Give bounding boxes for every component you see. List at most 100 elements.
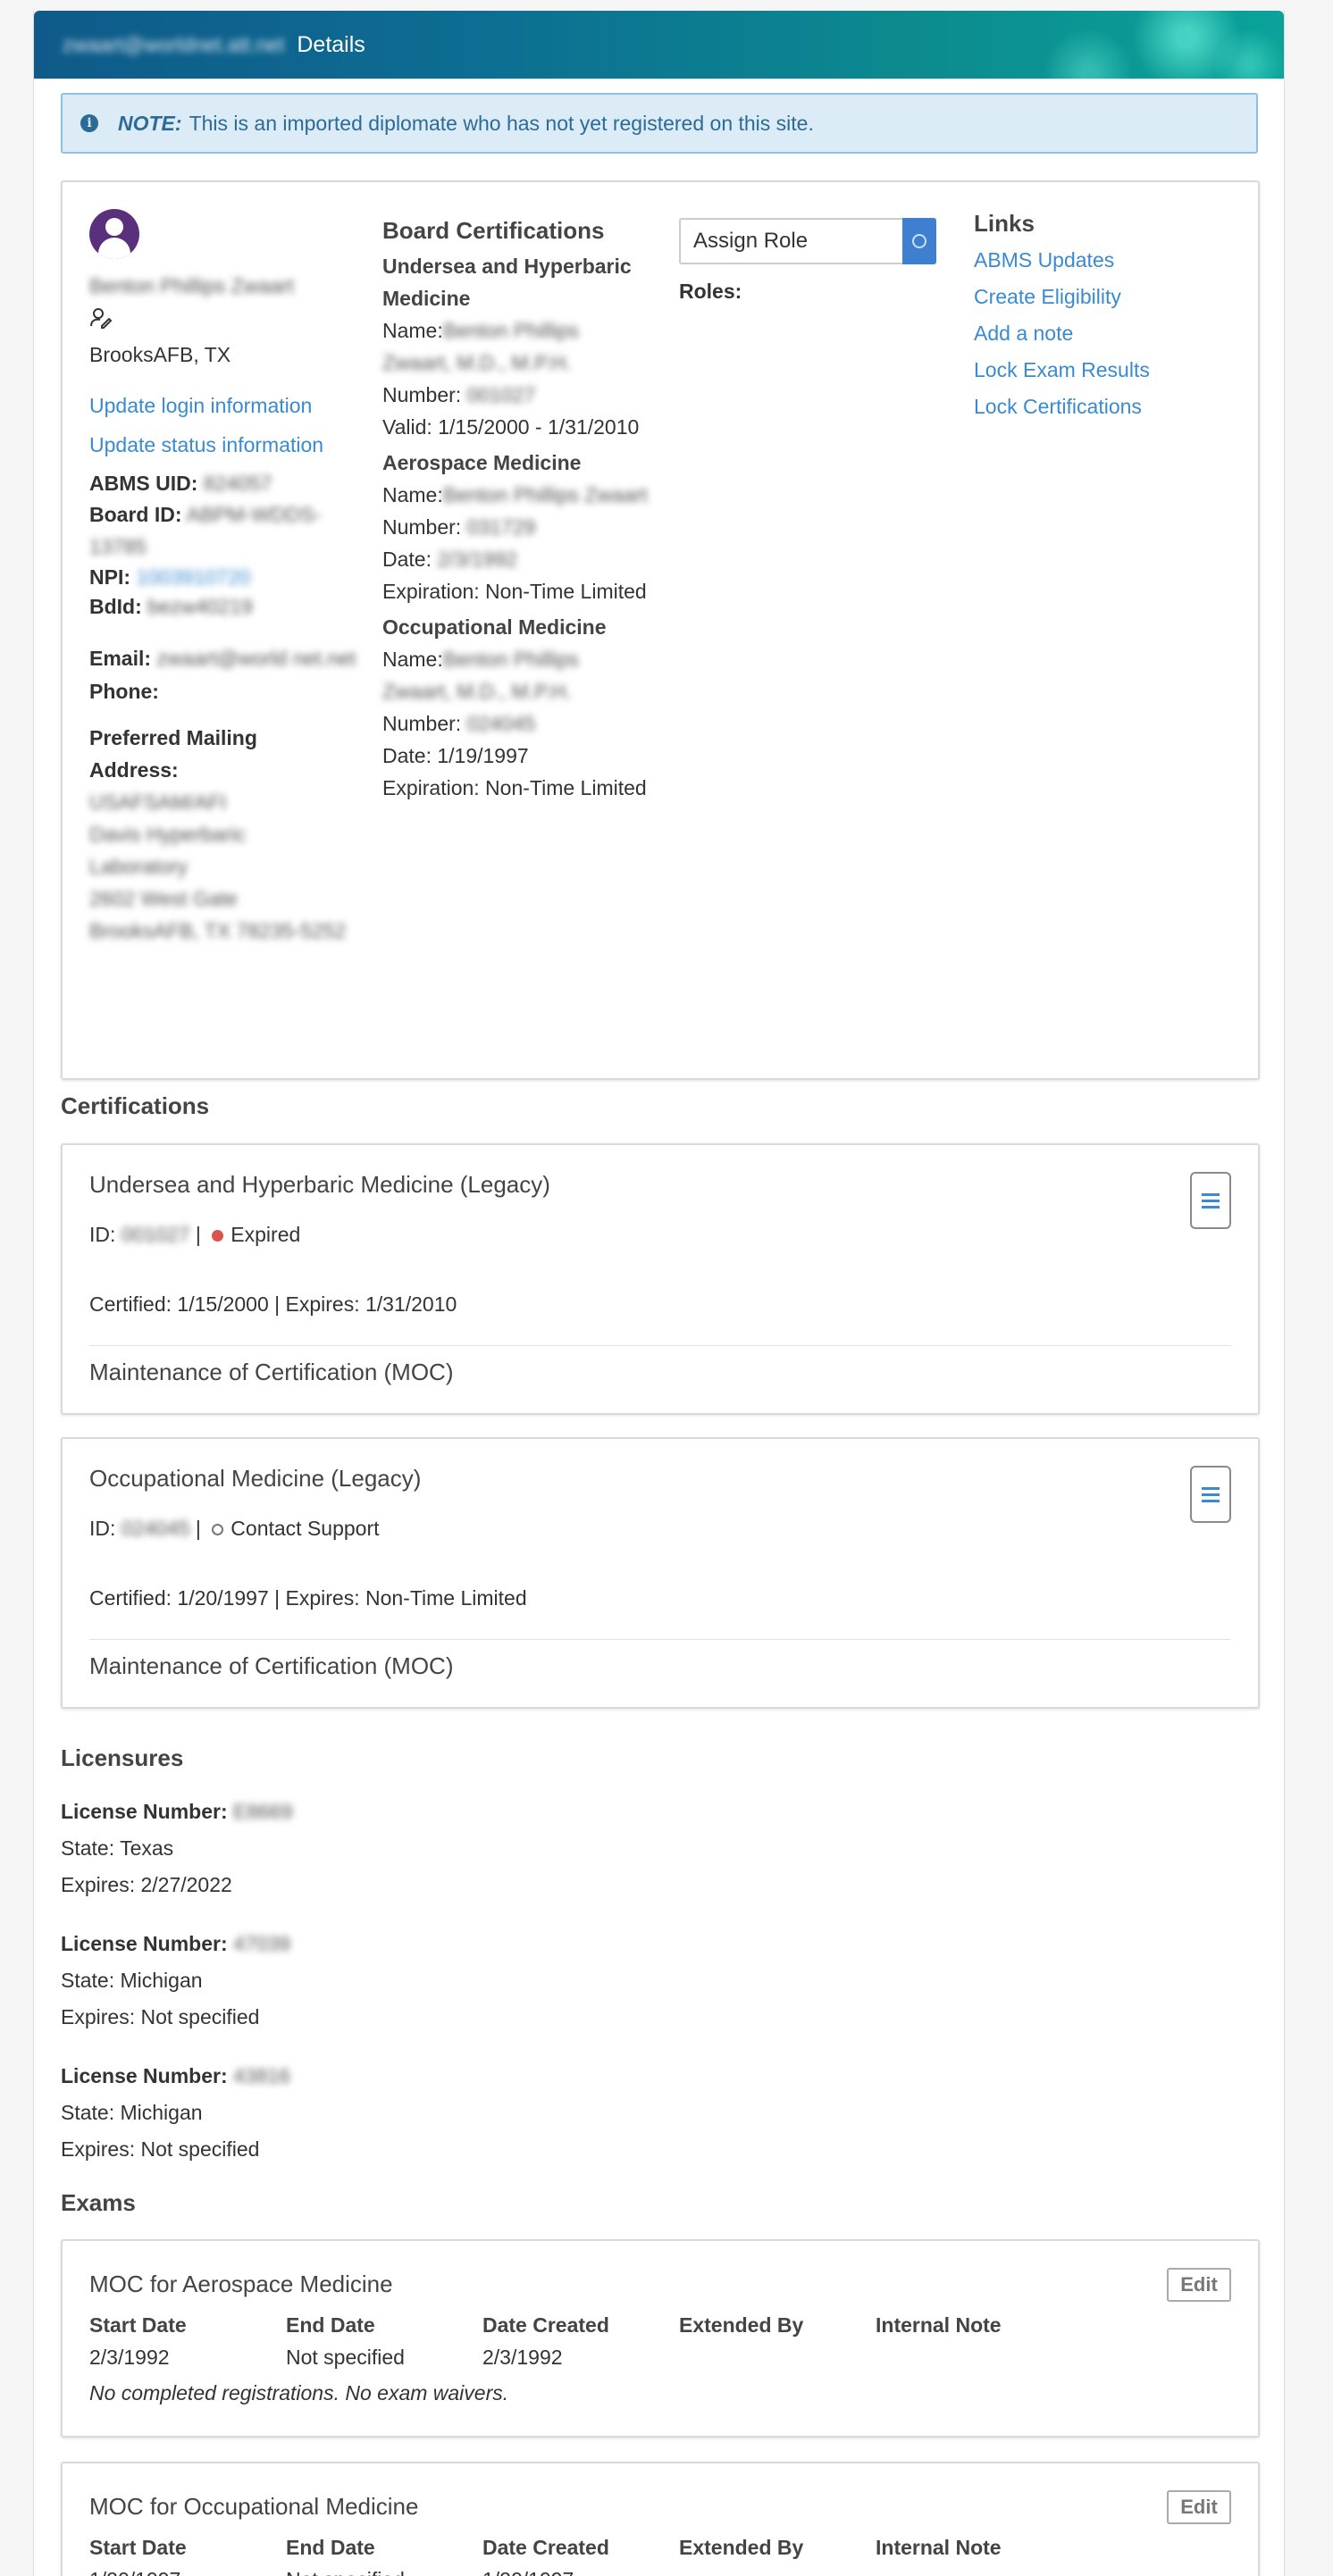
license-number: 43816 [233, 2064, 290, 2087]
board-cert-specialty: Occupational Medicine [382, 615, 607, 639]
number-label: Number: [382, 515, 462, 539]
license-state: State: Michigan [61, 2101, 203, 2124]
certifications-title: Certifications [61, 1092, 210, 1119]
certification-title: Occupational Medicine (Legacy) [89, 1465, 422, 1492]
exam-card: MOC for Occupational Medicine Edit Start… [61, 2462, 1260, 2576]
table-cell: 2/3/1992 [482, 2346, 563, 2369]
id-label: ID: [89, 1223, 116, 1246]
license-expires: Expires: 2/27/2022 [61, 1873, 232, 1896]
column-header: Date Created [482, 2536, 609, 2559]
licensures-title: Licensures [61, 1744, 184, 1771]
page-header: zwaart@worldnet.att.net Details [34, 11, 1284, 79]
abms-updates-link[interactable]: ABMS Updates [974, 242, 1242, 279]
mailing-address: USAFSAM/AFI Davis Hyperbaric Laboratory … [89, 786, 357, 947]
license-state: State: Michigan [61, 1969, 203, 1992]
address-line: Davis Hyperbaric [89, 823, 247, 847]
certification-id: 001027 [121, 1223, 190, 1246]
name-label: Name: [382, 648, 443, 671]
license-item: License Number: 43816 State: Michigan Ex… [61, 2058, 290, 2168]
board-cert-number: 001027 [466, 383, 536, 406]
board-cert-number: 024045 [466, 712, 536, 735]
license-number: E8669 [233, 1800, 293, 1823]
table-cell [876, 2563, 1072, 2576]
assign-role-select[interactable]: Assign Role [679, 218, 936, 264]
divider [89, 1345, 1231, 1346]
table-cell: 2/3/1992 [89, 2346, 170, 2369]
exam-card: MOC for Aerospace Medicine Edit Start Da… [61, 2239, 1260, 2438]
roles-column: Assign Role Roles: [679, 218, 947, 308]
user-edit-icon[interactable] [89, 306, 357, 339]
certification-card: Undersea and Hyperbaric Medicine (Legacy… [61, 1143, 1260, 1415]
column-header: End Date [286, 2536, 375, 2559]
board-cert-specialty: Aerospace Medicine [382, 451, 582, 474]
status-badge: Expired [231, 1223, 301, 1246]
exam-table: Start Date End Date Date Created Extende… [89, 2531, 1072, 2576]
license-item: License Number: E8669 State: Texas Expir… [61, 1794, 293, 1903]
moc-title: Maintenance of Certification (MOC) [89, 1359, 454, 1385]
add-note-link[interactable]: Add a note [974, 315, 1242, 352]
note-text: This is an imported diplomate who has no… [189, 111, 814, 135]
details-page: zwaart@worldnet.att.net Details i NOTE: … [33, 11, 1285, 2576]
profile-location: BrooksAFB, TX [89, 342, 231, 366]
id-label: ID: [89, 1517, 116, 1540]
table-cell [876, 2341, 1072, 2373]
certification-id-line: ID: 024045 | Contact Support [89, 1517, 380, 1540]
column-header: Start Date [89, 2313, 187, 2337]
assign-role-value: Assign Role [693, 228, 809, 253]
npi-link[interactable]: 1003910720 [136, 565, 250, 589]
email-label: Email: [89, 647, 152, 671]
license-state: State: Texas [61, 1836, 174, 1860]
name-label: Name: [382, 483, 443, 506]
board-certifications-title: Board Certifications [382, 217, 605, 244]
lock-exam-results-link[interactable]: Lock Exam Results [974, 352, 1242, 389]
license-number-label: License Number: [61, 2064, 228, 2087]
board-cert-date: 2/3/1992 [437, 548, 517, 571]
status-badge: Contact Support [231, 1517, 380, 1540]
moc-title: Maintenance of Certification (MOC) [89, 1652, 454, 1679]
create-eligibility-link[interactable]: Create Eligibility [974, 279, 1242, 315]
column-header: Internal Note [876, 2536, 1002, 2559]
edit-button[interactable]: Edit [1167, 2490, 1231, 2524]
date-label: Date: [382, 548, 432, 571]
dropdown-icon[interactable] [902, 218, 936, 264]
license-expires: Expires: Not specified [61, 2137, 260, 2161]
profile-name: Benton Phillips Zwaart [89, 274, 294, 297]
import-note: i NOTE: This is an imported diplomate wh… [61, 93, 1258, 154]
exam-title: MOC for Occupational Medicine [89, 2493, 419, 2520]
lock-certifications-link[interactable]: Lock Certifications [974, 389, 1242, 425]
board-cert-name: Benton Phillips Zwaart [442, 483, 648, 506]
status-dot-icon [212, 1229, 224, 1242]
table-cell: Not specified [286, 2346, 405, 2369]
email-value: zwaart@world net.net [156, 647, 356, 671]
mailing-label: Preferred Mailing Address: [89, 726, 257, 782]
links-column: Links ABMS Updates Create Eligibility Ad… [974, 205, 1242, 425]
links-title: Links [974, 210, 1035, 237]
board-cert-date: Date: 1/19/1997 [382, 744, 529, 767]
board-cert-number: 031729 [466, 515, 536, 539]
column-header: Date Created [482, 2313, 609, 2337]
certification-menu-button[interactable] [1190, 1172, 1231, 1229]
board-cert-expiration: Expiration: Non-Time Limited [382, 776, 647, 799]
license-number-label: License Number: [61, 1932, 228, 1955]
update-status-link[interactable]: Update status information [89, 429, 357, 462]
edit-button[interactable]: Edit [1167, 2268, 1231, 2302]
phone-label: Phone: [89, 680, 159, 704]
abms-uid-label: ABMS UID: [89, 472, 198, 496]
exam-table: Start Date End Date Date Created Extende… [89, 2309, 1072, 2373]
certification-menu-button[interactable] [1190, 1466, 1231, 1523]
table-cell: 1/20/1997 [482, 2563, 679, 2576]
avatar [89, 209, 139, 259]
board-cert-expiration: Expiration: Non-Time Limited [382, 580, 647, 603]
header-email: zwaart@worldnet.att.net [63, 32, 285, 56]
column-header: Extended By [679, 2313, 804, 2337]
certification-id: 024045 [121, 1517, 190, 1540]
name-label: Name: [382, 319, 443, 342]
license-number-label: License Number: [61, 1800, 228, 1823]
table-cell: Not specified [286, 2563, 482, 2576]
exam-title: MOC for Aerospace Medicine [89, 2271, 393, 2297]
board-id-label: Board ID: [89, 503, 182, 527]
update-login-link[interactable]: Update login information [89, 389, 357, 422]
address-line: 2602 West Gate [89, 887, 238, 911]
bdid-value: bezw40219 [147, 595, 253, 619]
board-cert-validity: Valid: 1/15/2000 - 1/31/2010 [382, 415, 640, 439]
